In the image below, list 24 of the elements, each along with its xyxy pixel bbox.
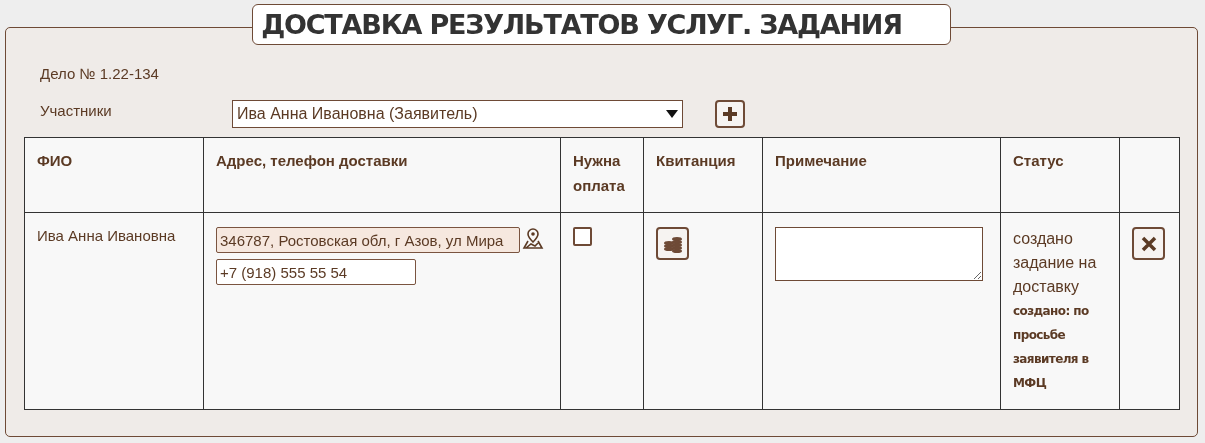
page-title: ДОСТАВКА РЕЗУЛЬТАТОВ УСЛУГ. ЗАДАНИЯ xyxy=(252,4,951,45)
address-field[interactable]: 346787, Ростовская обл, г Азов, ул Мира xyxy=(216,227,520,253)
delete-button[interactable] xyxy=(1132,227,1165,260)
column-header: Примечание xyxy=(762,137,1001,213)
add-button[interactable] xyxy=(715,100,745,128)
person-name: Ива Анна Ивановна xyxy=(37,227,176,244)
caret-icon xyxy=(666,110,678,118)
plus-icon xyxy=(722,106,738,122)
column-header: Адрес, телефон доставки xyxy=(203,137,561,213)
close-icon xyxy=(1140,235,1157,252)
status-text: создано задание на доставку xyxy=(1013,229,1098,297)
column-header: Статус xyxy=(1000,137,1120,213)
receipt-button[interactable] xyxy=(656,227,689,260)
case-number: Дело № 1.22-134 xyxy=(39,65,160,84)
note-field[interactable] xyxy=(775,227,983,281)
status-note: создано: по просьбе заявителя в МФЦ xyxy=(1013,303,1090,392)
column-header: ФИО xyxy=(24,137,204,213)
column-header: Нужна оплата xyxy=(560,137,644,213)
column-header: Квитанция xyxy=(643,137,763,213)
participants-select[interactable]: Ива Анна Ивановна (Заявитель) xyxy=(232,100,683,128)
payment-checkbox[interactable] xyxy=(573,227,592,246)
map-pin-icon[interactable] xyxy=(522,227,544,249)
phone-field[interactable]: +7 (918) 555 55 54 xyxy=(216,259,416,285)
participants-label: Участники xyxy=(39,101,113,119)
